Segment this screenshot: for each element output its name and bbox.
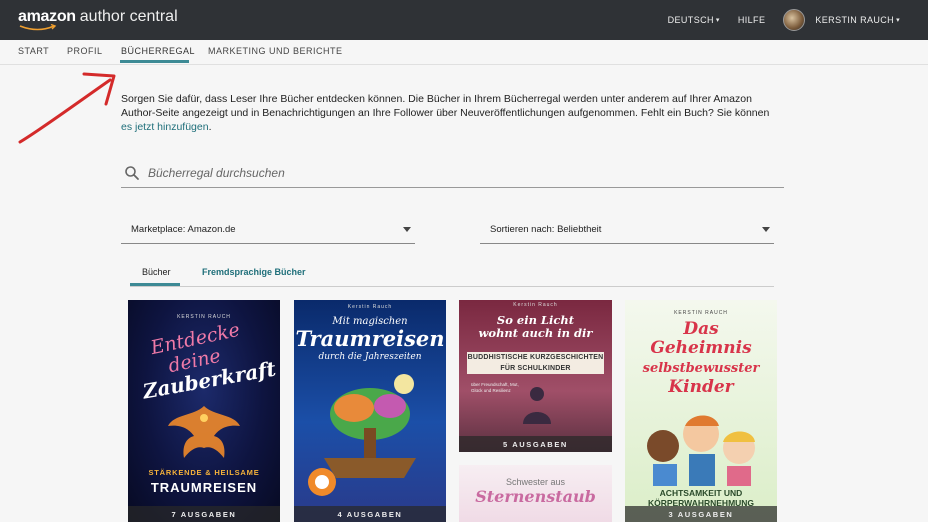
book-subtitle: TRAUMREISEN: [150, 480, 258, 495]
user-name: KERSTIN RAUCH: [815, 15, 895, 25]
book-subtitle-band: BUDDHISTISCHE KURZGESCHICHTEN FÜR SCHULK…: [467, 352, 604, 374]
user-menu[interactable]: KERSTIN RAUCH ▾: [783, 9, 900, 31]
editions-badge: 4 AUSGABEN: [294, 506, 446, 522]
phoenix-illustration-icon: [168, 406, 240, 458]
search-icon: [125, 165, 139, 180]
book-author: Kerstin Rauch: [347, 304, 393, 310]
logo-product: author central: [79, 8, 178, 25]
book-subtitle: FÜR SCHULKINDER: [500, 365, 571, 372]
children-illustration-icon: [647, 415, 755, 486]
book-tagline-line: über Freundschaft, Mut,: [471, 382, 519, 387]
dropdown-caret-icon: [762, 227, 770, 232]
editions-badge: 3 AUSGABEN: [625, 506, 777, 522]
book-card[interactable]: KERSTIN RAUCH Das Geheimnis selbstbewuss…: [625, 300, 777, 522]
language-menu[interactable]: DEUTSCH ▾: [668, 15, 720, 25]
book-author: KERSTIN RAUCH: [177, 314, 231, 320]
book-card[interactable]: Kerstin Rauch So ein Licht wohnt auch in…: [459, 300, 612, 452]
main-nav: START PROFIL BÜCHERREGAL MARKETING UND B…: [0, 40, 928, 65]
nav-buecherregal[interactable]: BÜCHERREGAL: [121, 46, 195, 56]
nav-marketing[interactable]: MARKETING UND BERICHTE: [208, 46, 343, 56]
editions-badge: 5 AUSGABEN: [459, 436, 612, 452]
help-link[interactable]: HILFE: [738, 15, 766, 25]
book-subtitle-line: ACHTSAMKEIT UND: [659, 488, 743, 498]
book-author: Kerstin Rauch: [513, 302, 558, 308]
nav-active-indicator: [120, 60, 189, 63]
amazon-smile-icon: [19, 24, 57, 31]
marketplace-label: Marketplace: Amazon.de: [131, 224, 236, 235]
annotation-arrow-icon: [18, 72, 116, 144]
child-silhouette-icon: [523, 387, 551, 424]
caret-down-icon: ▾: [896, 17, 900, 24]
book-title-line: Kinder: [668, 377, 734, 397]
book-tagline-line: Glück und Resilienz: [471, 388, 511, 393]
book-title-line: Traumreisen: [295, 326, 445, 351]
editions-badge: 7 AUSGABEN: [128, 506, 280, 522]
book-title-line: Schwester aus: [505, 477, 566, 487]
top-bar: amazon author central DEUTSCH ▾ HILFE KE…: [0, 0, 928, 40]
caret-down-icon: ▾: [715, 17, 720, 24]
book-title-line: So ein Licht: [496, 313, 575, 327]
add-book-link[interactable]: es jetzt hinzufügen: [121, 121, 209, 133]
search-input[interactable]: [148, 165, 748, 180]
book-subtitle: STÄRKENDE & HEILSAME: [148, 468, 260, 477]
tab-fremdsprachige-buecher[interactable]: Fremdsprachige Bücher: [202, 267, 306, 277]
book-card[interactable]: Schwester aus Sternenstaub: [459, 465, 612, 522]
book-title-line: wohnt auch in dir: [478, 326, 593, 340]
amazon-author-central-logo[interactable]: amazon author central: [18, 8, 178, 31]
nav-profil[interactable]: PROFIL: [67, 46, 103, 56]
sort-select[interactable]: Sortieren nach: Beliebtheit: [480, 216, 774, 244]
book-title-line: selbstbewusster: [642, 361, 760, 376]
book-author: KERSTIN RAUCH: [674, 310, 728, 316]
book-subtitle: ACHTSAMKEIT UND KÖRPERWAHRNEHMUNG: [625, 488, 777, 508]
bookshelf-search: [121, 158, 784, 188]
top-right-menu: DEUTSCH ▾ HILFE KERSTIN RAUCH ▾: [668, 0, 900, 40]
marketplace-select[interactable]: Marketplace: Amazon.de: [121, 216, 415, 244]
tree-ship-illustration-icon: [308, 374, 416, 496]
book-title-line: Geheimnis: [650, 338, 752, 358]
nav-start[interactable]: START: [18, 46, 49, 56]
book-title: Das Geheimnis selbstbewusster Kinder: [625, 320, 777, 397]
book-card[interactable]: KERSTIN RAUCH Entdecke deine Zauberkraft…: [128, 300, 280, 522]
book-subtitle: BUDDHISTISCHE KURZGESCHICHTEN: [467, 354, 604, 361]
intro-text: Sorgen Sie dafür, dass Leser Ihre Bücher…: [121, 93, 770, 133]
tab-active-indicator: [130, 283, 180, 286]
book-title: So ein Licht wohnt auch in dir: [459, 314, 612, 340]
language-label: DEUTSCH: [667, 15, 714, 25]
book-title-line: durch die Jahreszeiten: [318, 352, 422, 362]
sort-label: Sortieren nach: Beliebtheit: [490, 224, 602, 235]
book-tabs: Bücher Fremdsprachige Bücher: [130, 262, 774, 287]
book-title-line: Das: [683, 319, 719, 339]
help-label: HILFE: [737, 15, 766, 25]
avatar: [783, 9, 806, 31]
book-tagline: über Freundschaft, Mut, Glück und Resili…: [471, 382, 519, 394]
book-title-line: Sternenstaub: [475, 487, 596, 506]
book-card[interactable]: Kerstin Rauch Mit magischen Traumreisen …: [294, 300, 446, 522]
dropdown-caret-icon: [403, 227, 411, 232]
tab-buecher[interactable]: Bücher: [142, 267, 171, 277]
